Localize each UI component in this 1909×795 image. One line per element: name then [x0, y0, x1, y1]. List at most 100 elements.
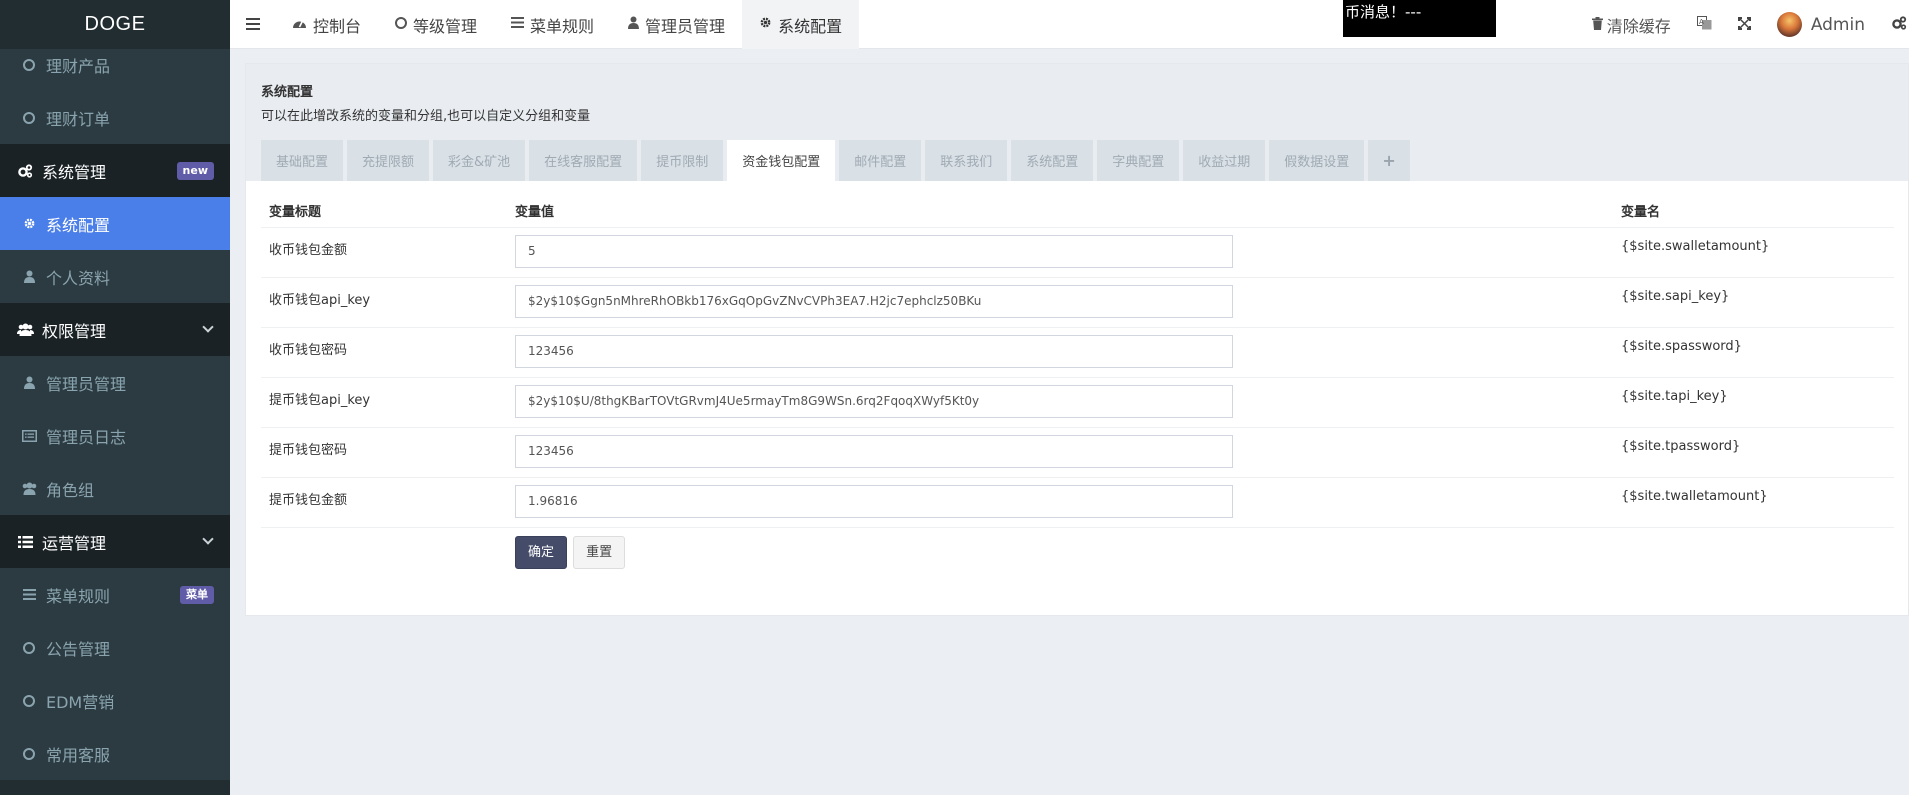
page-description: 可以在此增改系统的变量和分组,也可以自定义分组和变量	[261, 109, 591, 124]
sidebar-item-label: 个人资料	[46, 268, 111, 288]
circle-icon	[20, 747, 38, 760]
chevron-down-icon	[202, 533, 214, 545]
bars-icon	[20, 589, 38, 600]
row-var-name: {$site.tpassword}	[1613, 427, 1894, 478]
config-value-input[interactable]	[515, 234, 1233, 268]
config-value-input[interactable]	[515, 284, 1233, 318]
sidebar-toggle-button[interactable]	[230, 0, 275, 49]
avatar	[1776, 12, 1802, 37]
submit-button[interactable]: 确定	[515, 535, 568, 569]
tab-system-config[interactable]: 系统配置	[1011, 140, 1094, 181]
config-tabs: 基础配置 充提限额 彩金&矿池 在线客服配置 提币限制 资金钱包配置 邮件配置 …	[261, 140, 1414, 181]
list-alt-icon	[20, 429, 38, 442]
sidebar-item-admin-log[interactable]: 管理员日志	[0, 409, 230, 462]
config-value-input[interactable]	[515, 334, 1233, 368]
language-button[interactable]: A	[1684, 15, 1725, 34]
row-var-name: {$site.spassword}	[1613, 327, 1894, 378]
app-logo[interactable]: DOGE	[0, 0, 230, 49]
sidebar-item-role-group[interactable]: 角色组	[0, 462, 230, 515]
tab-basic-config[interactable]: 基础配置	[261, 140, 344, 181]
tab-system-config[interactable]: 系统配置	[742, 0, 860, 49]
bars-icon	[246, 15, 260, 34]
sidebar-item-permission-management[interactable]: 权限管理	[0, 303, 230, 356]
topbar: 控制台 等级管理 菜单规则 管理员管理 系统配置 币消息！--- 清除缓存 A …	[230, 0, 1909, 49]
user-menu[interactable]: Admin	[1764, 12, 1878, 37]
reset-button[interactable]: 重置	[573, 535, 626, 569]
sidebar-item-system-config[interactable]: 系统配置	[0, 197, 230, 250]
sidebar-item-system-management[interactable]: 系统管理 new	[0, 144, 230, 197]
svg-text:A: A	[1699, 18, 1704, 26]
sidebar-item-label: 管理员管理	[46, 374, 127, 394]
tab-fake-data[interactable]: 假数据设置	[1269, 140, 1365, 181]
fullscreen-button[interactable]	[1725, 15, 1764, 34]
list-icon	[16, 535, 34, 548]
tab-admin-management[interactable]: 管理员管理	[611, 0, 742, 49]
circle-icon	[395, 16, 408, 33]
gear-icon	[20, 217, 38, 230]
config-value-input[interactable]	[515, 434, 1233, 468]
dashboard-icon	[292, 17, 307, 33]
cogs-icon	[1891, 15, 1907, 34]
tab-dashboard[interactable]: 控制台	[275, 0, 378, 49]
row-title: 收币钱包api_key	[261, 277, 507, 328]
tab-menu-rules[interactable]: 菜单规则	[494, 0, 611, 49]
row-var-name: {$site.swalletamount}	[1613, 227, 1894, 278]
row-title: 提币钱包密码	[261, 427, 507, 478]
topbar-right: 清除缓存 A Admin	[1579, 0, 1909, 49]
language-icon: A	[1696, 15, 1712, 34]
sidebar-item-profile[interactable]: 个人资料	[0, 250, 230, 303]
sidebar-menu: 理财产品 理财订单 系统管理 new 系统配置 个人资料 权限管理 管理员管理 管…	[0, 38, 230, 780]
tab-label: 管理员管理	[645, 16, 726, 36]
tab-online-service[interactable]: 在线客服配置	[529, 140, 638, 181]
sidebar-item-finance-orders[interactable]: 理财订单	[0, 91, 230, 144]
sidebar: 理财产品 理财订单 系统管理 new 系统配置 个人资料 权限管理 管理员管理 管…	[0, 0, 230, 795]
table-row: 收币钱包api_key {$site.sapi_key}	[261, 277, 1894, 328]
clear-cache-button[interactable]: 清除缓存	[1579, 13, 1684, 37]
sidebar-item-label: 理财产品	[46, 56, 111, 76]
tab-bonus-pool[interactable]: 彩金&矿池	[433, 140, 526, 181]
sidebar-item-admin-management[interactable]: 管理员管理	[0, 356, 230, 409]
sidebar-item-menu-rules[interactable]: 菜单规则 菜单	[0, 568, 230, 621]
sidebar-item-edm[interactable]: EDM营销	[0, 674, 230, 727]
circle-icon	[20, 641, 38, 654]
sidebar-item-customer-service[interactable]: 常用客服	[0, 727, 230, 780]
user-icon	[20, 376, 38, 389]
add-tab-button[interactable]: +	[1368, 140, 1410, 181]
col-header-value: 变量值	[507, 194, 1613, 228]
tab-dictionary-config[interactable]: 字典配置	[1097, 140, 1180, 181]
sidebar-item-label: 菜单规则	[46, 586, 111, 606]
sidebar-item-operations-management[interactable]: 运营管理	[0, 515, 230, 568]
tab-mail-config[interactable]: 邮件配置	[839, 140, 922, 181]
sidebar-item-announcements[interactable]: 公告管理	[0, 621, 230, 674]
gear-icon	[759, 16, 772, 33]
config-value-input[interactable]	[515, 484, 1233, 518]
panel-header: 系统配置 可以在此增改系统的变量和分组,也可以自定义分组和变量 基础配置 充提限…	[246, 64, 1908, 181]
sidebar-item-label: 系统配置	[46, 215, 111, 235]
sidebar-item-label: 权限管理	[42, 321, 107, 341]
row-title: 提币钱包api_key	[261, 377, 507, 428]
tab-wallet-config[interactable]: 资金钱包配置	[727, 140, 836, 181]
user-icon	[628, 16, 640, 33]
table-row: 提币钱包密码 {$site.tpassword}	[261, 427, 1894, 478]
sidebar-item-label: 理财订单	[46, 109, 111, 129]
expand-icon	[1737, 15, 1751, 34]
settings-button[interactable]	[1878, 15, 1909, 34]
new-badge: new	[176, 162, 214, 180]
col-header-name: 变量名	[1613, 194, 1894, 228]
chevron-down-icon	[202, 321, 214, 333]
sidebar-item-label: 系统管理	[42, 162, 107, 182]
row-var-name: {$site.tapi_key}	[1613, 377, 1894, 428]
tab-contact-us[interactable]: 联系我们	[925, 140, 1008, 181]
row-var-name: {$site.twalletamount}	[1613, 477, 1894, 528]
tab-level-management[interactable]: 等级管理	[378, 0, 494, 49]
users-icon	[20, 482, 38, 495]
cogs-icon	[16, 163, 34, 178]
table-row: 提币钱包金额 {$site.twalletamount}	[261, 477, 1894, 528]
bars-icon	[511, 17, 525, 32]
tab-earnings-expiry[interactable]: 收益过期	[1183, 140, 1266, 181]
button-row: 确定 重置	[261, 527, 1894, 577]
config-value-input[interactable]	[515, 384, 1233, 418]
tab-withdraw-limit[interactable]: 提币限制	[641, 140, 724, 181]
circle-icon	[20, 58, 38, 71]
tab-deposit-limit[interactable]: 充提限额	[347, 140, 430, 181]
